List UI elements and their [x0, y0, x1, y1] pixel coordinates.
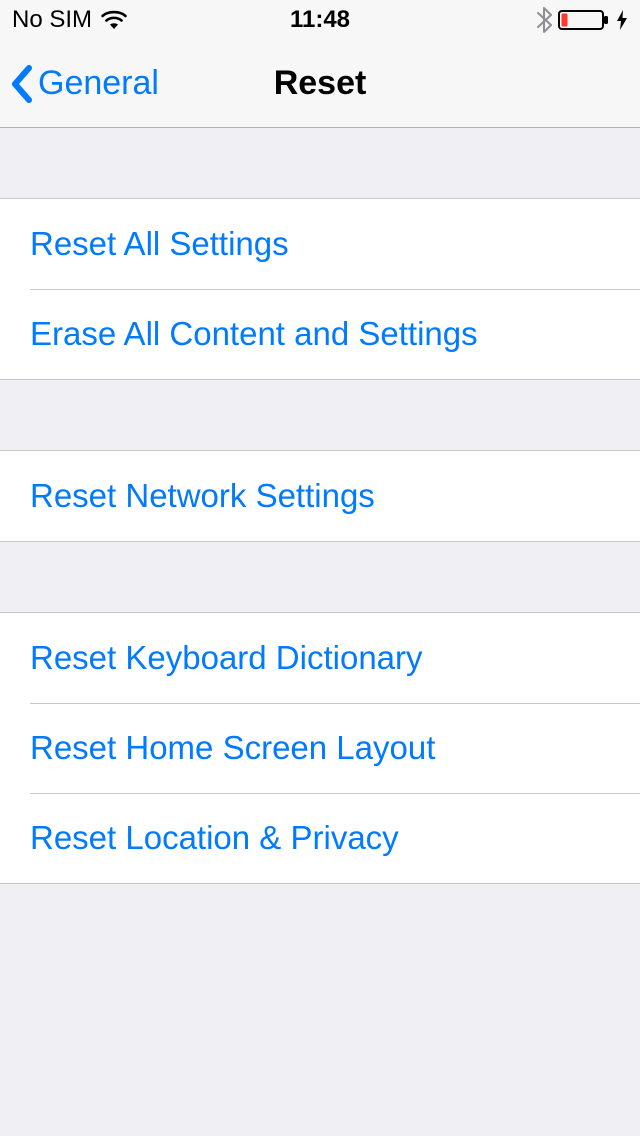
row-label: Reset All Settings — [30, 225, 289, 263]
charging-icon — [616, 9, 628, 31]
carrier-label: No SIM — [12, 6, 92, 34]
group-1: Reset All Settings Erase All Content and… — [0, 198, 640, 380]
chevron-left-icon — [10, 64, 34, 104]
status-left: No SIM — [12, 6, 128, 34]
row-label: Reset Keyboard Dictionary — [30, 639, 423, 677]
wifi-icon — [100, 9, 128, 31]
status-bar: No SIM 11:48 — [0, 0, 640, 40]
reset-keyboard-dictionary-button[interactable]: Reset Keyboard Dictionary — [0, 613, 640, 703]
back-label: General — [38, 64, 159, 103]
reset-all-settings-button[interactable]: Reset All Settings — [0, 199, 640, 289]
battery-icon — [558, 9, 610, 31]
erase-all-content-button[interactable]: Erase All Content and Settings — [0, 289, 640, 379]
content: Reset All Settings Erase All Content and… — [0, 198, 640, 884]
row-label: Reset Home Screen Layout — [30, 729, 435, 767]
reset-location-privacy-button[interactable]: Reset Location & Privacy — [0, 793, 640, 883]
status-time: 11:48 — [290, 6, 350, 34]
row-label: Erase All Content and Settings — [30, 315, 478, 353]
row-label: Reset Network Settings — [30, 477, 375, 515]
status-right — [536, 7, 628, 33]
nav-bar: General Reset — [0, 40, 640, 128]
reset-home-screen-layout-button[interactable]: Reset Home Screen Layout — [0, 703, 640, 793]
bluetooth-icon — [536, 7, 552, 33]
back-button[interactable]: General — [10, 64, 159, 104]
group-2: Reset Network Settings — [0, 450, 640, 542]
page-title: Reset — [274, 64, 367, 103]
reset-network-settings-button[interactable]: Reset Network Settings — [0, 451, 640, 541]
group-3: Reset Keyboard Dictionary Reset Home Scr… — [0, 612, 640, 884]
row-label: Reset Location & Privacy — [30, 819, 399, 857]
